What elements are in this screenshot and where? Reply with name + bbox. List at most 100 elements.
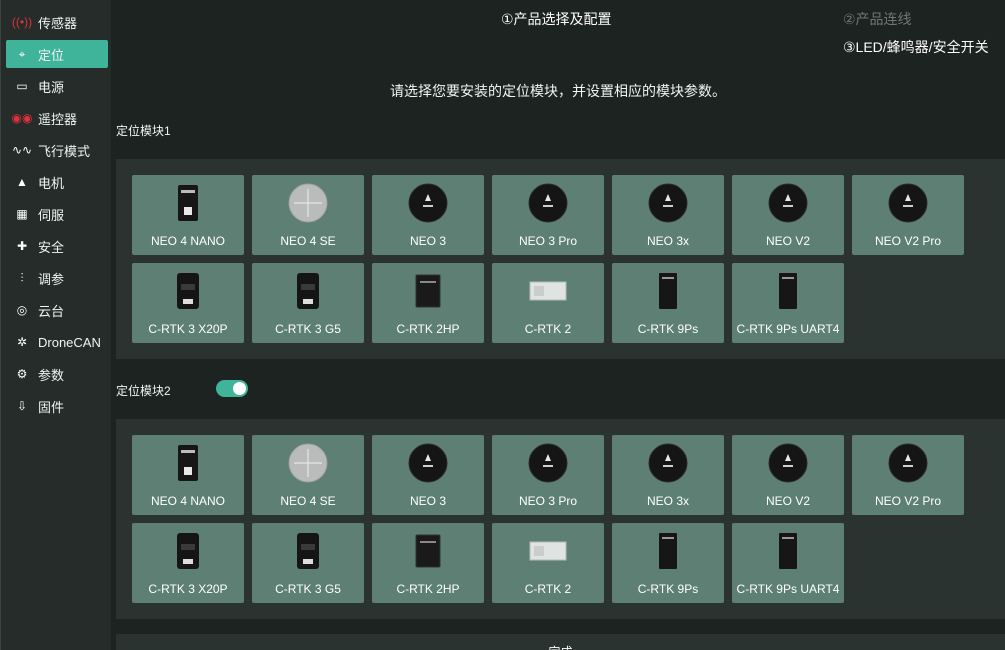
c-rtk9ps-module-icon [612,269,724,313]
finish-label: 完成 [116,643,1005,650]
finish-button[interactable]: 完成 [116,634,1005,650]
c-rtk2hp-module-icon [372,269,484,313]
module1-product-card[interactable]: C-RTK 2HP [372,263,484,343]
module2-product-card[interactable]: NEO V2 Pro [852,435,964,515]
product-name: NEO 3 Pro [518,234,578,248]
module2-product-card[interactable]: NEO 3 Pro [492,435,604,515]
sidebar-item-label: 定位 [38,47,65,63]
motor-icon: ▲ [16,175,28,189]
gears-icon: ⚙ [16,367,28,381]
product-name: NEO 4 SE [280,494,336,508]
instruction-text: 请选择您要安装的定位模块，并设置相应的模块参数。 [390,83,726,99]
neo-v2-module-icon [732,181,844,225]
sidebar-item-8[interactable]: ⫶ 调参 [6,264,108,292]
product-name: C-RTK 9Ps UART4 [736,582,840,596]
module1-product-card[interactable]: NEO V2 Pro [852,175,964,255]
step-product-selection[interactable]: ①产品选择及配置 [501,9,612,29]
sidebar-item-1[interactable]: ⌖ 定位 [6,40,108,68]
module2-product-card[interactable]: C-RTK 2 [492,523,604,603]
module2-product-card[interactable]: NEO 3x [612,435,724,515]
c-rtk3-x20p-module-icon [132,529,244,573]
neo3x-module-icon [612,181,724,225]
firmware-icon: ⇩ [16,399,28,413]
module1-product-card[interactable]: NEO 4 SE [252,175,364,255]
sidebar-item-label: 安全 [38,239,65,255]
module1-product-card[interactable]: NEO 4 NANO [132,175,244,255]
flight-mode-icon: ∿∿ [11,143,33,157]
module1-product-card[interactable]: NEO 3 [372,175,484,255]
sidebar-item-11[interactable]: ⚙ 参数 [6,360,108,388]
module1-product-card[interactable]: C-RTK 9Ps UART4 [732,263,844,343]
module1-label: 定位模块1 [116,124,171,138]
sidebar-item-0[interactable]: ((•)) 传感器 [6,8,108,36]
neo3-pro-module-icon [492,441,604,485]
product-name: NEO V2 Pro [874,234,942,248]
product-name: C-RTK 9Ps UART4 [736,322,840,336]
neo3-pro-module-icon [492,181,604,225]
module2-product-card[interactable]: NEO 4 SE [252,435,364,515]
radio-signal-icon: ((•)) [11,15,33,29]
module2-product-card[interactable]: C-RTK 2HP [372,523,484,603]
neo4-se-module-icon [252,181,364,225]
module2-product-card[interactable]: NEO 3 [372,435,484,515]
module1-panel: NEO 4 NANO NEO 4 SE NEO 3 NEO 3 Pro NEO 3x NE… [116,159,1005,359]
module2-product-card[interactable]: NEO 4 NANO [132,435,244,515]
module2-product-card[interactable]: C-RTK 3 X20P [132,523,244,603]
sidebar-item-label: 电源 [38,79,65,95]
sidebar-item-label: 云台 [38,303,65,319]
module1-product-card[interactable]: C-RTK 3 X20P [132,263,244,343]
module2-product-card[interactable]: C-RTK 9Ps [612,523,724,603]
neo3-module-icon [372,441,484,485]
sidebar-item-7[interactable]: ✚ 安全 [6,232,108,260]
sidebar-item-5[interactable]: ▲ 电机 [6,168,108,196]
sidebar-item-10[interactable]: ✲ DroneCAN [6,328,108,356]
neo3-module-icon [372,181,484,225]
product-name: C-RTK 2HP [396,582,460,596]
sidebar-item-label: DroneCAN [38,334,101,350]
step-led-buzzer-safety[interactable]: ③LED/蜂鸣器/安全开关 [843,37,989,57]
product-name: C-RTK 2 [524,582,572,596]
remote-controller-icon: ◉◉ [11,111,33,125]
sidebar-item-label: 伺服 [38,207,65,223]
battery-icon: ▭ [16,79,28,93]
product-name: NEO 3 Pro [518,494,578,508]
module2-product-card[interactable]: C-RTK 3 G5 [252,523,364,603]
module1-product-card[interactable]: NEO 3 Pro [492,175,604,255]
module1-product-card[interactable]: NEO 3x [612,175,724,255]
sidebar-item-4[interactable]: ∿∿ 飞行模式 [6,136,108,164]
module1-product-card[interactable]: C-RTK 2 [492,263,604,343]
neo4-nano-module-icon [132,181,244,225]
sidebar-item-label: 遥控器 [38,111,78,127]
location-pin-icon: ⌖ [18,46,26,61]
first-aid-icon: ✚ [16,239,28,253]
c-rtk3-g5-module-icon [252,529,364,573]
module2-product-card[interactable]: NEO V2 [732,435,844,515]
module2-label: 定位模块2 [116,384,171,398]
c-rtk3-g5-module-icon [252,269,364,313]
neo-v2-pro-module-icon [852,181,964,225]
sidebar-item-12[interactable]: ⇩ 固件 [6,392,108,420]
sliders-icon: ⫶ [20,270,24,285]
sidebar-item-label: 电机 [38,175,65,191]
module2-product-card[interactable]: C-RTK 9Ps UART4 [732,523,844,603]
c-rtk2-module-icon [492,269,604,313]
module1-product-card[interactable]: C-RTK 3 G5 [252,263,364,343]
sidebar-item-9[interactable]: ◎ 云台 [6,296,108,324]
module2-toggle[interactable] [216,380,248,397]
sidebar-item-6[interactable]: ▦ 伺服 [6,200,108,228]
sidebar-item-3[interactable]: ◉◉ 遥控器 [6,104,108,132]
neo-v2-module-icon [732,441,844,485]
product-name: C-RTK 2HP [396,322,460,336]
c-rtk2hp-module-icon [372,529,484,573]
module1-product-card[interactable]: NEO V2 [732,175,844,255]
product-name: NEO 3 [409,234,446,248]
sidebar-item-label: 调参 [38,271,65,287]
neo4-se-module-icon [252,441,364,485]
module1-product-card[interactable]: C-RTK 9Ps [612,263,724,343]
sidebar-item-2[interactable]: ▭ 电源 [6,72,108,100]
sidebar-item-label: 固件 [38,399,65,415]
product-name: C-RTK 3 X20P [148,582,228,596]
product-name: NEO 4 NANO [150,234,225,248]
step-product-wiring[interactable]: ②产品连线 [843,9,912,29]
neo-v2-pro-module-icon [852,441,964,485]
